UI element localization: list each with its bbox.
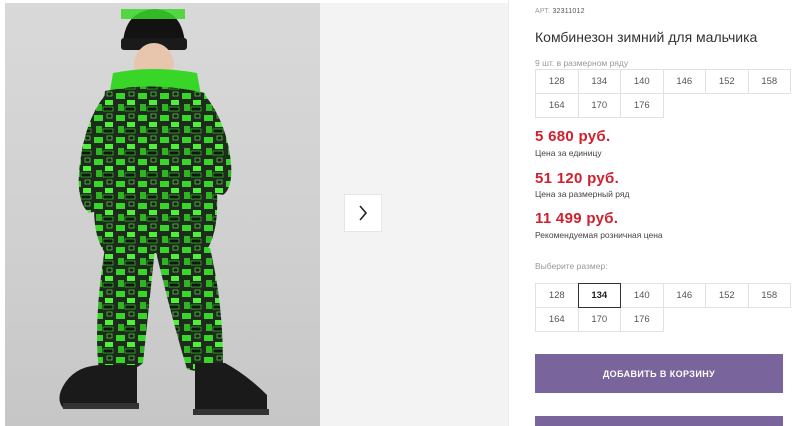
series-price-note: Цена за размерный ряд [535, 189, 630, 199]
add-to-cart-button[interactable]: ДОБАВИТЬ В КОРЗИНУ [535, 354, 783, 393]
size-option-134[interactable]: 134 [577, 283, 621, 308]
unit-price-note: Цена за единицу [535, 148, 602, 158]
size-option-170[interactable]: 170 [577, 307, 621, 332]
series-size-152: 152 [705, 69, 749, 94]
chevron-right-icon [359, 205, 368, 221]
retail-price-note: Рекомендуемая розничная цена [535, 230, 663, 240]
size-option-146[interactable]: 146 [662, 283, 706, 308]
choose-size-caption: Выберите размер: [535, 261, 608, 271]
product-gallery [0, 0, 508, 426]
size-option-164[interactable]: 164 [535, 307, 579, 332]
secondary-action-button[interactable] [535, 416, 783, 426]
series-size-176: 176 [620, 93, 664, 118]
column-divider [508, 0, 509, 426]
product-photo[interactable] [5, 3, 320, 426]
series-size-128: 128 [535, 69, 579, 94]
series-size-146: 146 [662, 69, 706, 94]
series-size-164: 164 [535, 93, 579, 118]
size-option-152[interactable]: 152 [705, 283, 749, 308]
retail-price: 11 499 руб. [535, 210, 619, 227]
series-size-170: 170 [577, 93, 621, 118]
article-label: АРТ. [535, 8, 551, 15]
series-size-158: 158 [747, 69, 791, 94]
boy-in-snowsuit-image [59, 9, 269, 415]
unit-price: 5 680 руб. [535, 128, 611, 145]
series-caption: 9 шт. в размерном ряду [535, 58, 629, 68]
series-size-134: 134 [577, 69, 621, 94]
article-value: 32311012 [552, 8, 585, 15]
size-option-176[interactable]: 176 [620, 307, 664, 332]
series-size-140: 140 [620, 69, 664, 94]
next-image-button[interactable] [344, 194, 382, 232]
series-price: 51 120 руб. [535, 170, 620, 187]
product-title: Комбинезон зимний для мальчика [535, 29, 758, 45]
size-option-128[interactable]: 128 [535, 283, 579, 308]
series-size-grid: 128 134 140 146 152 158 164 170 176 [535, 69, 791, 118]
size-option-140[interactable]: 140 [620, 283, 664, 308]
article-number: АРТ. 32311012 [535, 8, 585, 15]
size-option-158[interactable]: 158 [747, 283, 791, 308]
choose-size-grid: 128 134 140 146 152 158 164 170 176 [535, 283, 791, 332]
